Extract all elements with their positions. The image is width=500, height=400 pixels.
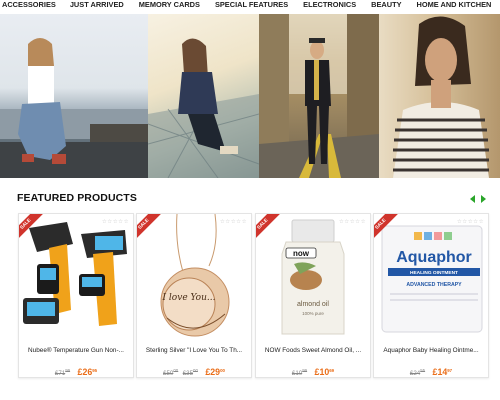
product-card-silver-necklace[interactable]: I love You... SALE ☆☆☆☆☆ Sterling Silver…	[136, 213, 252, 378]
product-name[interactable]: Sterling Silver "I Love You To Th...	[137, 347, 251, 354]
carousel-prev-arrow[interactable]	[470, 195, 475, 203]
hero-image-woman-striped-top[interactable]	[379, 14, 500, 178]
product-price: £5000 £3500 £2900	[137, 362, 251, 377]
carousel-next-arrow[interactable]	[481, 195, 486, 203]
product-image-almond-oil[interactable]: now almond oil 100% pure	[256, 214, 370, 337]
label-name: almond oil	[297, 301, 329, 308]
old-price: £7199	[54, 368, 71, 377]
label-name: HEALING OINTMENT	[410, 270, 458, 276]
product-image-temperature-gun[interactable]	[19, 214, 133, 337]
sale-price: £1069	[314, 367, 335, 377]
product-name[interactable]: NOW Foods Sweet Almond Oil, ...	[256, 347, 370, 354]
label-note: ADVANCED THERAPY	[406, 282, 462, 288]
product-price: £2455 £1497	[374, 362, 488, 377]
sale-price: £1497	[432, 367, 453, 377]
product-image-aquaphor[interactable]: Aquaphor HEALING OINTMENT ADVANCED THERA…	[374, 214, 488, 337]
old-price: £5000	[163, 368, 179, 377]
rating-stars: ☆☆☆☆☆	[219, 219, 247, 225]
brand-logo: now	[293, 249, 310, 258]
product-card-almond-oil[interactable]: now almond oil 100% pure SALE ☆☆☆☆☆ NOW …	[255, 213, 371, 378]
old-price: £2455	[409, 368, 426, 377]
product-price: £1099 £1069	[256, 362, 370, 377]
product-name[interactable]: Nubee® Temperature Gun Non-...	[19, 347, 133, 354]
top-navigation: ACCESSORIES JUST ARRIVED MEMORY CARDS SP…	[0, 0, 500, 12]
hero-image-woman-on-fence[interactable]	[148, 14, 259, 178]
sale-price: £2695	[77, 367, 98, 377]
old-price-2: £3500	[182, 368, 198, 377]
hero-image-woman-on-street[interactable]	[259, 14, 379, 178]
old-price: £1099	[291, 368, 308, 377]
nav-accessories[interactable]: ACCESSORIES	[2, 0, 56, 9]
nav-beauty[interactable]: BEAUTY	[371, 0, 401, 9]
label-note: 100% pure	[302, 311, 324, 316]
product-name[interactable]: Aquaphor Baby Healing Ointme...	[374, 347, 488, 354]
product-image-silver-necklace[interactable]: I love You...	[137, 214, 251, 337]
thermometer-left	[23, 222, 73, 324]
nav-electronics[interactable]: ELECTRONICS	[303, 0, 356, 9]
hero-banner	[0, 14, 500, 178]
thermometer-right	[79, 230, 127, 326]
product-card-temperature-gun[interactable]: SALE ☆☆☆☆☆ Nubee® Temperature Gun Non-..…	[18, 213, 134, 378]
hero-image-woman-by-lake[interactable]	[0, 14, 148, 178]
rating-stars: ☆☆☆☆☆	[456, 219, 484, 225]
featured-products-title: FEATURED PRODUCTS	[17, 192, 137, 204]
product-card-aquaphor[interactable]: Aquaphor HEALING OINTMENT ADVANCED THERA…	[373, 213, 489, 378]
brand-logo: Aquaphor	[396, 249, 472, 266]
product-price: £7199 £2695	[19, 362, 133, 377]
sale-price: £2900	[205, 367, 225, 377]
nav-memory-cards[interactable]: MEMORY CARDS	[139, 0, 200, 9]
pendant-engraving: I love You...	[162, 293, 216, 303]
nav-just-arrived[interactable]: JUST ARRIVED	[70, 0, 124, 9]
rating-stars: ☆☆☆☆☆	[338, 219, 366, 225]
nav-home-and-kitchen[interactable]: HOME AND KITCHEN	[417, 0, 492, 9]
rating-stars: ☆☆☆☆☆	[101, 219, 129, 225]
nav-special-features[interactable]: SPECIAL FEATURES	[215, 0, 288, 9]
